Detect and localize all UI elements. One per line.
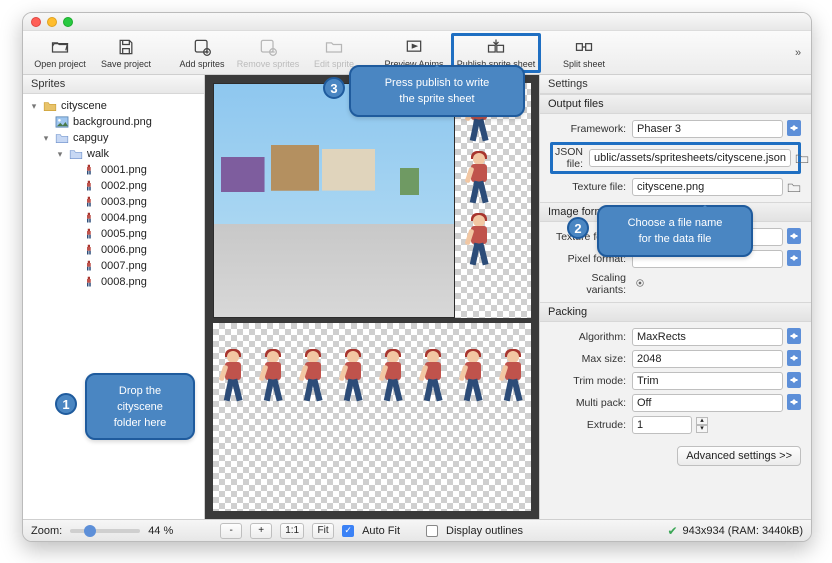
- edit-sprite-icon: [324, 37, 344, 57]
- json-file-label: JSON file:: [555, 146, 583, 170]
- zoom-value: 44 %: [148, 525, 184, 537]
- tree-folder-cityscene[interactable]: cityscene: [61, 100, 107, 112]
- tree-folder-walk[interactable]: walk: [87, 148, 109, 160]
- advanced-settings-button[interactable]: Advanced settings >>: [677, 446, 801, 466]
- split-sheet-icon: [574, 37, 594, 57]
- json-file-field[interactable]: ublic/assets/spritesheets/cityscene.json: [589, 149, 791, 167]
- save-icon: [116, 37, 136, 57]
- sprite-frame-icon: [83, 260, 97, 272]
- chevron-updown-icon[interactable]: [787, 228, 801, 244]
- chevron-updown-icon[interactable]: [787, 372, 801, 388]
- algorithm-label: Algorithm:: [550, 331, 626, 343]
- tree-file-background[interactable]: background.png: [73, 116, 152, 128]
- chevron-updown-icon[interactable]: [787, 250, 801, 266]
- sprite-frame-icon: [83, 164, 97, 176]
- zoom-1to1-button[interactable]: 1:1: [280, 523, 304, 539]
- sprite-frame-icon: [83, 244, 97, 256]
- algorithm-select[interactable]: MaxRects: [632, 328, 783, 346]
- trim-mode-label: Trim mode:: [550, 375, 626, 387]
- split-sheet-button[interactable]: Split sheet: [551, 33, 617, 73]
- chevron-updown-icon[interactable]: [787, 394, 801, 410]
- publish-icon: [486, 37, 506, 57]
- status-ok-icon: ✔: [667, 524, 677, 538]
- chevron-updown-icon[interactable]: [787, 350, 801, 366]
- multi-pack-select[interactable]: Off: [632, 394, 783, 412]
- remove-sprites-button[interactable]: Remove sprites: [235, 33, 301, 73]
- maximize-window-button[interactable]: [63, 17, 73, 27]
- browse-folder-icon[interactable]: [795, 152, 809, 164]
- callout-1: Drop the cityscene folder here: [85, 373, 195, 440]
- extrude-field[interactable]: 1: [632, 416, 692, 434]
- callout-badge-3: 3: [323, 77, 345, 99]
- extrude-label: Extrude:: [550, 419, 626, 431]
- multi-pack-label: Multi pack:: [550, 397, 626, 409]
- folder-icon: [69, 148, 83, 160]
- callout-badge-1: 1: [55, 393, 77, 415]
- sprite-frame-icon: [83, 212, 97, 224]
- texture-file-label: Texture file:: [550, 181, 626, 193]
- framework-select[interactable]: Phaser 3: [632, 120, 783, 138]
- zoom-in-button[interactable]: +: [250, 523, 272, 539]
- texture-file-field[interactable]: cityscene.png: [632, 178, 783, 196]
- save-project-button[interactable]: Save project: [93, 33, 159, 73]
- status-bar: Zoom: 44 % - + 1:1 Fit Auto Fit Display …: [23, 519, 811, 541]
- callout-3: Press publish to write the sprite sheet: [349, 65, 525, 117]
- add-sprite-icon: [192, 37, 212, 57]
- zoom-fit-button[interactable]: Fit: [312, 523, 334, 539]
- toolbar-overflow-button[interactable]: »: [789, 47, 807, 59]
- tree-frame[interactable]: 0003.png: [101, 196, 147, 208]
- tree-folder-capguy[interactable]: capguy: [73, 132, 108, 144]
- sprite-frame-icon: [83, 196, 97, 208]
- zoom-slider[interactable]: [70, 529, 140, 533]
- callout-2: Choose a file name for the data file: [597, 205, 753, 257]
- minimize-window-button[interactable]: [47, 17, 57, 27]
- sprite-frame-icon: [83, 276, 97, 288]
- add-sprites-button[interactable]: Add sprites: [169, 33, 235, 73]
- scaling-variants-label: Scaling variants:: [550, 272, 626, 296]
- zoom-out-button[interactable]: -: [220, 523, 242, 539]
- sprite-tree[interactable]: ▾ cityscene background.png ▾ capguy ▾ wa…: [23, 94, 204, 519]
- tree-frame[interactable]: 0002.png: [101, 180, 147, 192]
- trim-mode-select[interactable]: Trim: [632, 372, 783, 390]
- auto-fit-checkbox[interactable]: [342, 525, 354, 537]
- max-size-label: Max size:: [550, 353, 626, 365]
- display-outlines-checkbox[interactable]: [426, 525, 438, 537]
- close-window-button[interactable]: [31, 17, 41, 27]
- folder-icon: [43, 100, 57, 112]
- zoom-label: Zoom:: [31, 525, 62, 537]
- preview-icon: [404, 37, 424, 57]
- tree-frame[interactable]: 0005.png: [101, 228, 147, 240]
- max-size-select[interactable]: 2048: [632, 350, 783, 368]
- preview-canvas[interactable]: [205, 75, 539, 519]
- settings-panel: Settings Output files Framework: Phaser …: [539, 75, 811, 519]
- chevron-updown-icon[interactable]: [787, 328, 801, 344]
- titlebar: [23, 13, 811, 31]
- sprite-frame-icon: [83, 180, 97, 192]
- framework-label: Framework:: [550, 123, 626, 135]
- tree-frame[interactable]: 0006.png: [101, 244, 147, 256]
- open-project-button[interactable]: Open project: [27, 33, 93, 73]
- image-icon: [55, 116, 69, 128]
- folder-open-icon: [50, 37, 70, 57]
- remove-sprite-icon: [258, 37, 278, 57]
- browse-folder-icon[interactable]: [787, 181, 801, 193]
- settings-title: Settings: [540, 75, 811, 94]
- output-files-section: Output files: [540, 94, 811, 114]
- folder-icon: [55, 132, 69, 144]
- tree-frame[interactable]: 0007.png: [101, 260, 147, 272]
- callout-badge-2: 2: [567, 217, 589, 239]
- sprites-panel: Sprites ▾ cityscene background.png ▾ cap…: [23, 75, 205, 519]
- display-outlines-label: Display outlines: [446, 525, 523, 537]
- sprite-frame-icon: [83, 228, 97, 240]
- packing-section: Packing: [540, 302, 811, 322]
- extrude-stepper[interactable]: ▴▾: [696, 417, 708, 433]
- tree-frame[interactable]: 0004.png: [101, 212, 147, 224]
- sheet-dimensions: 943x934 (RAM: 3440kB): [683, 525, 803, 537]
- chevron-updown-icon[interactable]: [787, 120, 801, 136]
- gear-icon[interactable]: [632, 276, 648, 290]
- sprites-panel-title: Sprites: [23, 75, 204, 94]
- auto-fit-label: Auto Fit: [362, 525, 400, 537]
- tree-frame[interactable]: 0008.png: [101, 276, 147, 288]
- tree-frame[interactable]: 0001.png: [101, 164, 147, 176]
